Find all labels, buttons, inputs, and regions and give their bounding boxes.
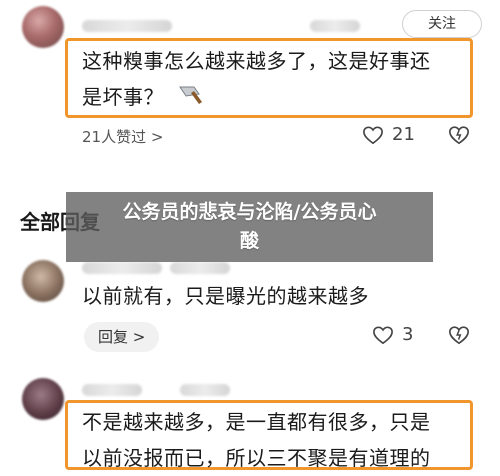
dislike-icon[interactable] [448, 124, 470, 146]
like-button[interactable]: 3 [372, 324, 413, 345]
username-blurred [82, 384, 142, 396]
comment-text: 不是越来越多，是一直都有很多，只是 以前没报而已，所以三不聚是有道理的 [82, 404, 431, 476]
likes-summary-link[interactable]: 21人赞过 > [82, 126, 163, 147]
article-title: 公务员的悲哀与沦陷/公务员心 酸 [66, 198, 433, 256]
reply-button[interactable]: 回复 > [84, 322, 160, 352]
username-blurred [82, 262, 162, 274]
location-blurred [170, 262, 230, 274]
like-count: 21 [392, 124, 415, 145]
heart-icon [362, 125, 384, 145]
knife-emoji-icon [177, 81, 205, 117]
comment-text-line-2: 以前没报而已，所以三不聚是有道理的 [82, 446, 431, 470]
comment-text-line-2-text: 是坏事？ [82, 85, 164, 109]
avatar[interactable] [22, 378, 64, 420]
heart-icon [372, 325, 394, 345]
avatar[interactable] [22, 6, 64, 48]
username-blurred [82, 20, 172, 32]
follow-button[interactable]: 关注 [402, 10, 482, 38]
location-blurred [180, 384, 230, 396]
comment-text-line-1: 这种糗事怎么越来越多了，这是好事还 [82, 49, 431, 73]
like-button[interactable]: 21 [362, 124, 415, 145]
location-blurred [310, 20, 360, 32]
article-title-line-1: 公务员的悲哀与沦陷/公务员心 [122, 201, 377, 223]
comment-text-line-2: 是坏事？ [82, 79, 431, 117]
like-count: 3 [402, 324, 414, 345]
article-title-overlay: 公务员的悲哀与沦陷/公务员心 酸 [66, 192, 433, 262]
dislike-icon[interactable] [448, 324, 470, 346]
article-title-line-2: 酸 [239, 230, 259, 252]
comment-text: 以前就有，只是曝光的越来越多 [82, 284, 369, 308]
comment-text-line-1: 不是越来越多，是一直都有很多，只是 [82, 410, 431, 434]
comment-text: 这种糗事怎么越来越多了，这是好事还 是坏事？ [82, 43, 431, 117]
avatar[interactable] [22, 260, 64, 302]
